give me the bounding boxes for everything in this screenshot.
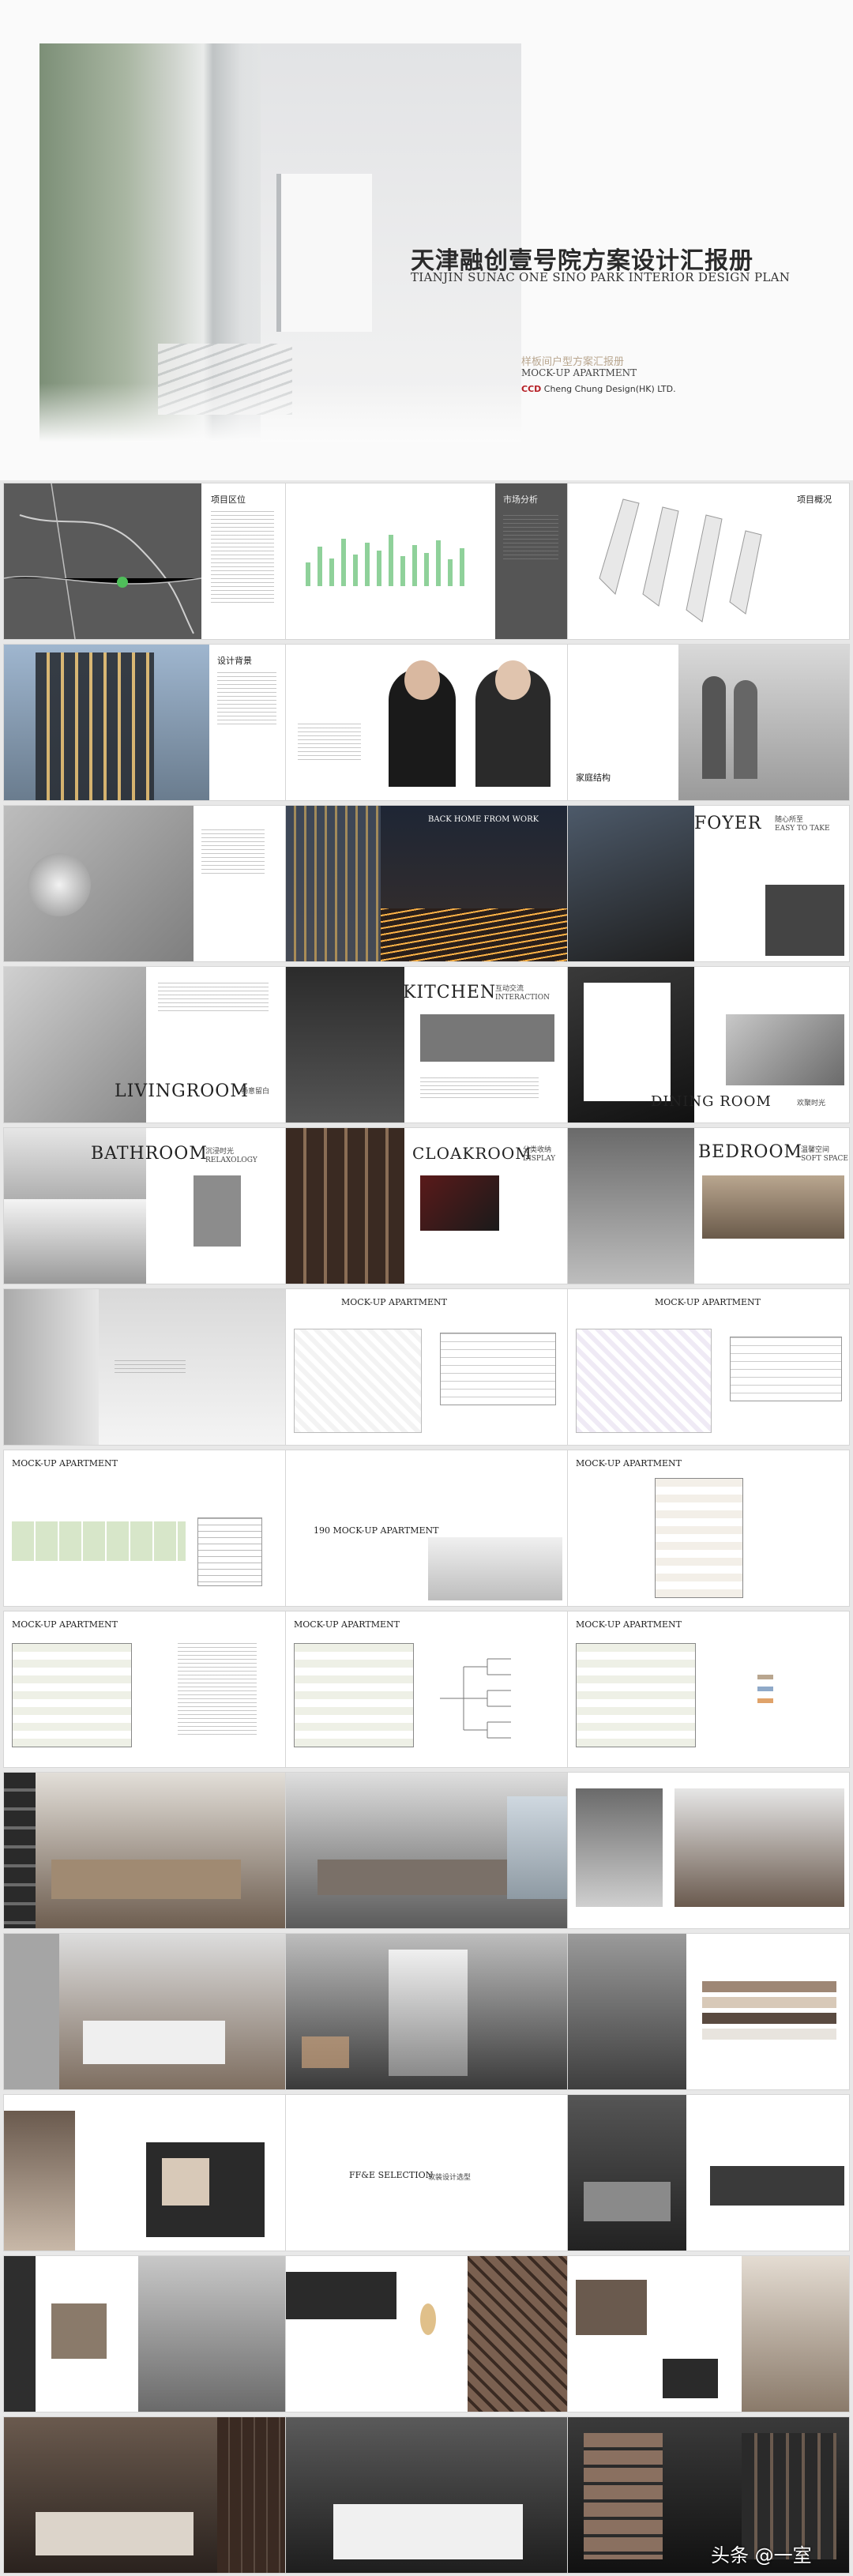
cover-company: CCD Cheng Chung Design(HK) LTD. [521,384,676,394]
bar-graphic [306,535,464,586]
cover-page: 天津融创壹号院方案设计汇报册 TIANJIN SUNAC ONE SINO PA… [0,0,853,480]
thumb-portraits[interactable] [286,645,567,800]
mockup-title-1: MOCK-UP APARTMENT [341,1297,447,1307]
kitchen-cn: 互动交流 [495,985,524,993]
thumb-material-collage[interactable] [4,2095,285,2251]
thumb-mockup-floorplan-2[interactable]: MOCK-UP APARTMENT [4,1611,285,1767]
thumb-family[interactable]: 家庭结构 [568,645,849,800]
thumb-kitchen-analysis[interactable] [4,1289,285,1445]
livingroom-title: LIVINGROOM [115,1081,249,1101]
thumb-tableware[interactable] [4,806,285,961]
thumb-mockup-table[interactable]: MOCK-UP APARTMENT [4,1450,285,1606]
map-graphic [4,483,202,639]
thumb-design-concept[interactable]: 设计背景 [4,645,285,800]
family-title: 家庭结构 [576,773,611,783]
thumb-render-master-bedroom[interactable] [4,2417,285,2573]
thumb-material-board[interactable] [568,1934,849,2089]
cover-floor [39,383,521,442]
thumb-market-analysis[interactable]: 市场分析 [286,483,567,639]
thumb-ffe-bed[interactable] [568,2256,849,2412]
thumb-mockup-floorplan-3[interactable]: MOCK-UP APARTMENT [286,1611,567,1767]
mockup-title-5: MOCK-UP APARTMENT [12,1619,118,1630]
bedroom-title: BEDROOM [698,1142,803,1162]
tree-diagram [440,1658,511,1739]
ffe-cn: 软装设计选型 [428,2174,472,2182]
thumb-project-overview[interactable]: 项目概况 [568,483,849,639]
company-name: Cheng Chung Design(HK) LTD. [543,384,676,394]
dining-title: DINING ROOM [651,1093,772,1110]
foyer-cn: 随心所至 [775,816,804,824]
design-concept-title: 设计背景 [217,656,252,666]
watermark: 头条 @一室 [711,2544,812,2567]
cloakroom-en: DISPLAY [523,1155,556,1163]
thumb-mockup-190[interactable]: 190 MOCK-UP APARTMENT [286,1450,567,1606]
mockup-title-3: MOCK-UP APARTMENT [12,1458,118,1469]
thumb-mockup-floorplan-4[interactable]: MOCK-UP APARTMENT [568,1611,849,1767]
thumb-ffe-selection[interactable]: FF&E SELECTION 软装设计选型 [286,2095,567,2251]
foyer-en: EASY TO TAKE [775,825,830,833]
market-analysis-title: 市场分析 [503,495,538,505]
thumb-render-living-3[interactable] [568,1773,849,1928]
thumb-ffe-dining[interactable] [4,2256,285,2412]
cover-mockup-en: MOCK-UP APARTMENT [521,367,637,378]
thumb-livingroom[interactable]: LIVINGROOM 畅意留白 [4,967,285,1123]
cloakroom-cn: 分类收纳 [523,1146,552,1154]
bathroom-en: RELAXOLOGY [205,1156,257,1164]
project-location-title: 项目区位 [211,495,246,505]
thumb-render-living-1[interactable] [4,1773,285,1928]
thumb-ffe-lamp[interactable] [286,2256,567,2412]
livingroom-cn: 畅意留白 [241,1088,270,1096]
mockup-title-6: MOCK-UP APARTMENT [294,1619,400,1630]
cloakroom-title: CLOAKROOM [412,1144,532,1163]
thumb-mockup-plan-1[interactable]: MOCK-UP APARTMENT [286,1289,567,1445]
thumb-project-location[interactable]: 项目区位 [4,483,285,639]
thumb-cloakroom[interactable]: CLOAKROOM 分类收纳 DISPLAY [286,1128,567,1284]
thumb-bathroom[interactable]: BATHROOM 沉浸时光 RELAXOLOGY [4,1128,285,1284]
thumb-dining[interactable]: DINING ROOM 欢聚时光 [568,967,849,1123]
kitchen-title: KITCHEN [403,983,497,1002]
thumb-mockup-floorplan-1[interactable]: MOCK-UP APARTMENT [568,1450,849,1606]
project-overview-title: 项目概况 [797,495,832,505]
bedroom-cn: 温馨空间 [801,1146,830,1154]
thumb-render-guest-bedroom[interactable] [286,2417,567,2573]
bathroom-title: BATHROOM [91,1144,208,1164]
thumb-kitchen[interactable]: KITCHEN 互动交流 INTERACTION [286,967,567,1123]
thumb-mockup-plan-2[interactable]: MOCK-UP APARTMENT [568,1289,849,1445]
thumb-foyer[interactable]: FOYER 随心所至 EASY TO TAKE [568,806,849,961]
cover-mockup-cn: 样板间户型方案汇报册 [521,356,625,368]
thumb-ffe-sofa[interactable] [568,2095,849,2251]
mockup-title-2: MOCK-UP APARTMENT [655,1297,761,1307]
company-logo: CCD [521,384,542,394]
mockup-title-4: MOCK-UP APARTMENT [576,1458,682,1469]
kitchen-en: INTERACTION [495,994,550,1002]
dining-cn: 欢聚时光 [797,1100,826,1107]
bedroom-en: SOFT SPACE [801,1155,849,1163]
bathroom-cn: 沉浸时光 [205,1148,235,1156]
thumb-render-corridor[interactable] [286,1934,567,2089]
cover-doorway [276,174,372,332]
thumb-render-bedroom-1[interactable] [4,1934,285,2089]
ffe-title: FF&E SELECTION [349,2170,434,2180]
thumb-render-living-2[interactable] [286,1773,567,1928]
mockup-190-title: 190 MOCK-UP APARTMENT [314,1525,439,1536]
thumb-back-home[interactable]: BACK HOME FROM WORK [286,806,567,961]
cover-subtitle: TIANJIN SUNAC ONE SINO PARK INTERIOR DES… [411,270,791,284]
towers-graphic [599,498,762,622]
foyer-title: FOYER [694,814,762,833]
thumb-bedroom[interactable]: BEDROOM 温馨空间 SOFT SPACE [568,1128,849,1284]
mockup-title-7: MOCK-UP APARTMENT [576,1619,682,1630]
back-home-title: BACK HOME FROM WORK [428,815,539,824]
